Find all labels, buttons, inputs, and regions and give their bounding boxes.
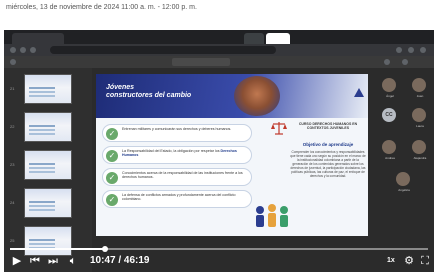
slide-bullet: ✓ La defensa de conflictos armados y pro… (102, 190, 252, 208)
presentation-menu-icon[interactable] (10, 59, 16, 65)
reload-icon[interactable] (30, 47, 36, 53)
browser-tab[interactable] (12, 33, 64, 44)
course-objective-panel: CURSO DERECHOS HUMANOS EN CONTEXTOS JUVE… (290, 122, 366, 234)
participant-name: Laura (416, 124, 424, 128)
browser-address-bar (4, 44, 434, 56)
thumbnail-image (24, 112, 72, 142)
current-time: 10:47 (90, 255, 116, 266)
slide-banner: Jóvenes constructores del cambio (96, 74, 368, 118)
check-icon: ✓ (106, 150, 118, 162)
browser-tab[interactable] (244, 33, 264, 44)
share-icon[interactable] (384, 59, 390, 65)
participant-avatar[interactable] (412, 78, 426, 92)
play-icon[interactable]: ▶ (10, 254, 24, 268)
bullet-text-main: La Responsabilidad del Estado, la obliga… (122, 149, 220, 153)
settings-icon[interactable]: ⚙ (402, 254, 416, 268)
slide-thumbnails-panel: 21 22 23 24 25 (4, 68, 92, 272)
check-icon: ✓ (106, 128, 118, 140)
check-icon: ✓ (106, 194, 118, 206)
browser-tab-bar (4, 30, 434, 44)
participant-name: Ángel (386, 94, 394, 98)
thumbnail-item[interactable]: 21 (10, 74, 86, 108)
participant-avatar[interactable] (412, 140, 426, 154)
previous-icon[interactable]: ⏮ (28, 254, 42, 268)
participant-name: Alejandra (413, 156, 427, 160)
playback-speed-button[interactable]: 1x (387, 254, 395, 268)
thumbnail-image (24, 150, 72, 180)
institution-logo (354, 88, 364, 97)
participant-name: Andrea (385, 156, 395, 160)
participant-name: Juan (416, 94, 424, 98)
current-slide: Jóvenes constructores del cambio ✓ Entre… (96, 74, 368, 236)
time-separator: / (115, 255, 124, 266)
participant-avatar[interactable] (396, 172, 410, 186)
video-progress-bar[interactable] (10, 246, 428, 252)
fullscreen-icon[interactable]: ⛶ (418, 254, 432, 268)
participant-avatar[interactable] (382, 78, 396, 92)
thumbnail-item[interactable]: 22 (10, 112, 86, 146)
date-line: miércoles, 13 de noviembre de 2024 11:00… (6, 4, 197, 11)
slide-bullet: ✓ Conocimientos acerca de la responsabil… (102, 168, 252, 186)
video-timecode: 10:47 / 46:19 (90, 254, 150, 268)
youth-photo (234, 76, 280, 116)
thumbnail-number: 22 (10, 124, 15, 129)
objective-body: Comprender los conocimientos y responsab… (290, 150, 366, 178)
url-field[interactable] (50, 46, 276, 54)
objective-heading: Objetivo de aprendizaje (302, 142, 354, 147)
bullet-text: La defensa de conflictos armados y profu… (122, 193, 236, 202)
slide-bullet: ✓ Entrenan militares y comunicarán sus d… (102, 124, 252, 142)
presentation-header (4, 56, 434, 68)
bullet-text: Entrenan militares y comunicarán sus der… (122, 127, 232, 131)
video-controls: ▶ ⏮ ⏭ 🔈︎ 10:47 / 46:19 1x ⚙ ⛶ (4, 252, 434, 272)
total-duration: 46:19 (123, 255, 150, 266)
volume-icon[interactable]: 🔈︎ (66, 254, 80, 268)
more-icon[interactable] (402, 59, 408, 65)
slide-bullet: ✓ La Responsabilidad del Estado, la obli… (102, 146, 252, 164)
video-progress-fill (10, 248, 106, 250)
course-title: CURSO DERECHOS HUMANOS EN CONTEXTOS JUVE… (298, 122, 358, 131)
presentation-search[interactable] (172, 58, 230, 66)
back-icon[interactable] (10, 47, 16, 53)
bullet-text: Conocimientos acerca de la responsabilid… (122, 171, 243, 180)
browser-tab-active[interactable] (266, 33, 290, 44)
forward-icon[interactable] (20, 47, 26, 53)
scales-of-justice-icon (271, 122, 287, 135)
slide-title-line-1: Jóvenes (106, 84, 135, 91)
slide-title: Jóvenes constructores del cambio (106, 84, 191, 100)
thumbnail-item[interactable]: 24 (10, 188, 86, 222)
thumbnail-item[interactable]: 23 (10, 150, 86, 184)
participant-avatar[interactable] (382, 140, 396, 154)
thumbnail-number: 25 (10, 238, 15, 243)
people-group-icon (256, 204, 288, 227)
next-icon[interactable]: ⏭ (46, 254, 60, 268)
thumbnail-number: 24 (10, 200, 15, 205)
check-icon: ✓ (106, 172, 118, 184)
participant-avatar-initials[interactable]: CC (382, 108, 396, 122)
thumbnail-image (24, 188, 72, 218)
participants-panel: Ángel Juan CC Laura Andrea Alejandra Ang… (376, 68, 434, 228)
slide-title-line-2: constructores del cambio (106, 92, 192, 99)
thumbnail-number: 23 (10, 162, 15, 167)
browser-menu-icon[interactable] (420, 47, 426, 53)
bullet-text: La Responsabilidad del Estado, la obliga… (122, 149, 250, 158)
extensions-icon[interactable] (396, 47, 402, 53)
participant-name: Angélica (398, 188, 410, 192)
thumbnail-image (24, 74, 72, 104)
profile-icon[interactable] (408, 47, 414, 53)
participant-avatar[interactable] (412, 108, 426, 122)
thumbnail-number: 21 (10, 86, 15, 91)
video-player[interactable]: 21 22 23 24 25 Jóvenes constructores del… (4, 30, 434, 272)
